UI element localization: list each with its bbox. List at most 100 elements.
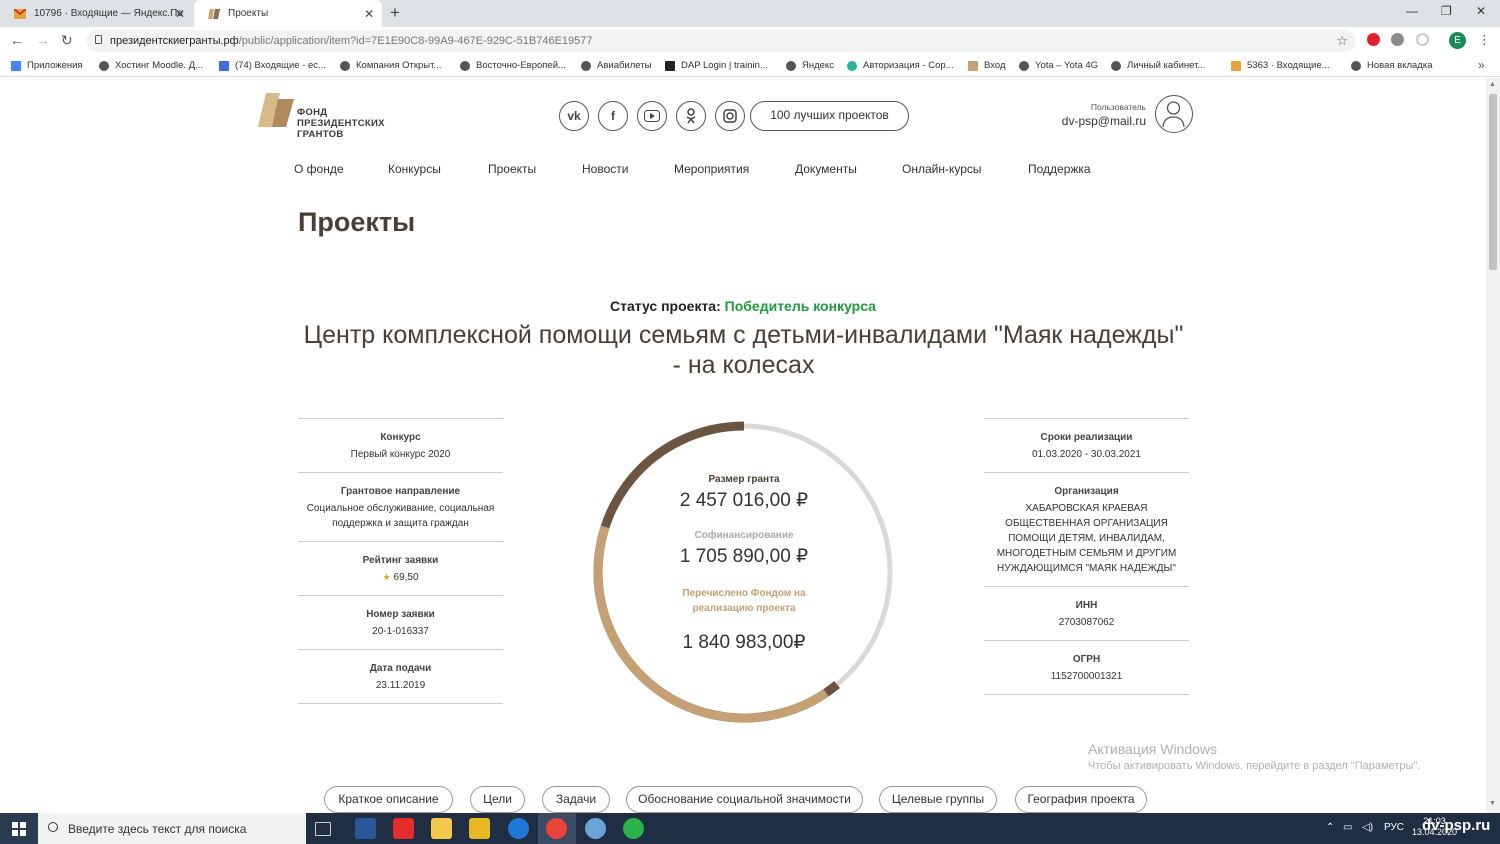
globe-icon — [1019, 60, 1029, 71]
extension-icon[interactable] — [1416, 33, 1429, 46]
instagram-icon[interactable] — [715, 101, 745, 131]
user-email[interactable]: dv-psp@mail.ru — [1062, 114, 1146, 128]
yandex-browser-icon[interactable] — [393, 818, 414, 839]
reload-icon[interactable]: ↻ — [61, 32, 73, 49]
page-scrollbar[interactable]: ▲ ▼ — [1486, 78, 1500, 813]
start-button[interactable] — [0, 813, 38, 844]
task-view-icon[interactable] — [315, 822, 331, 836]
chrome-icon[interactable] — [546, 818, 567, 839]
more-bookmarks-icon[interactable]: » — [1478, 58, 1485, 72]
info-ogrn: ОГРН 1152700001321 — [984, 640, 1189, 695]
scroll-thumb[interactable] — [1489, 94, 1497, 270]
globe-icon — [786, 60, 796, 71]
nav-support[interactable]: Поддержка — [1028, 162, 1091, 176]
new-tab-icon[interactable]: + — [390, 3, 400, 23]
scroll-down-icon[interactable]: ▼ — [1489, 800, 1496, 807]
whatsapp-icon[interactable] — [623, 818, 644, 839]
mail-icon — [14, 8, 26, 19]
fpg-logo-icon — [208, 8, 220, 19]
bookmark-item[interactable]: Авторизация - Cop... — [847, 60, 954, 71]
address-toolbar: ← → ↻ президентскиегранты.рф/public/appl… — [0, 27, 1500, 55]
nav-projects[interactable]: Проекты — [488, 162, 536, 176]
url-bar[interactable]: президентскиегранты.рф/public/applicatio… — [86, 30, 1356, 52]
info-submission-date: Дата подачи 23.11.2019 — [298, 649, 503, 704]
bookmark-item[interactable]: DAP Login | trainin... — [665, 60, 768, 71]
bookmark-star-icon[interactable]: ☆ — [1336, 33, 1348, 49]
word-icon[interactable] — [355, 818, 376, 839]
tray-chevron-icon[interactable]: ⌃ — [1326, 822, 1334, 833]
bookmark-apps[interactable]: Приложения — [11, 60, 83, 71]
globe-icon — [1111, 60, 1121, 71]
file-explorer-icon[interactable] — [431, 818, 452, 839]
grant-label: Размер гранта — [708, 474, 780, 485]
bookmark-item[interactable]: Новая вкладка — [1351, 60, 1432, 71]
bookmark-item[interactable]: Восточно-Европей... — [460, 60, 566, 71]
search-icon — [48, 822, 58, 832]
input-language[interactable]: РУС — [1384, 822, 1404, 833]
taskbar-search[interactable]: Введите здесь текст для поиска — [38, 813, 306, 844]
nav-contests[interactable]: Конкурсы — [388, 162, 441, 176]
network-icon[interactable]: ▭ — [1343, 822, 1352, 833]
user-avatar-icon[interactable] — [1155, 95, 1193, 133]
bookmark-item[interactable]: Вход — [968, 60, 1006, 71]
bookmark-item[interactable]: Хостинг Moodle. Д... — [99, 60, 203, 71]
bookmark-item[interactable]: Компания Открыт... — [340, 60, 441, 71]
site-watermark: dv-psp.ru — [1422, 817, 1491, 834]
nav-online-courses[interactable]: Онлайн-курсы — [902, 162, 982, 176]
nav-documents[interactable]: Документы — [795, 162, 857, 176]
volume-icon[interactable]: ◁) — [1362, 822, 1373, 833]
youtube-icon[interactable] — [637, 101, 667, 131]
browser-tab-mail[interactable]: 10796 · Входящие — Яндекс.По ✕ — [0, 0, 193, 27]
tab-tasks[interactable]: Задачи — [542, 786, 610, 813]
opera-extension-icon[interactable] — [1367, 33, 1380, 46]
scroll-up-icon[interactable]: ▲ — [1489, 81, 1496, 88]
nav-about[interactable]: О фонде — [294, 162, 344, 176]
odnoklassniki-icon[interactable] — [676, 101, 706, 131]
info-inn: ИНН 2703087062 — [984, 586, 1189, 640]
back-icon[interactable]: ← — [10, 32, 24, 48]
fpg-logo-icon — [258, 93, 294, 127]
extension-icon[interactable] — [1391, 33, 1404, 46]
bookmark-item[interactable]: Авиабилеты — [581, 60, 651, 71]
sticky-app-icon[interactable] — [469, 818, 490, 839]
project-status: Статус проекта: Победитель конкурса — [0, 298, 1486, 314]
restore-icon[interactable]: ❐ — [1441, 4, 1452, 18]
bookmark-item[interactable]: (74) Входящие - ес... — [219, 60, 326, 71]
tab-target-groups[interactable]: Целевые группы — [879, 786, 997, 813]
url-host: президентскиегранты.рф — [110, 35, 239, 47]
vk-icon[interactable]: vk — [559, 101, 589, 131]
bookmark-item[interactable]: Yota – Yota 4G — [1019, 60, 1098, 71]
bookmark-item[interactable]: 5363 · Входящие... — [1231, 60, 1330, 71]
browser-menu-icon[interactable]: ⋮ — [1478, 32, 1491, 48]
close-tab-icon[interactable]: ✕ — [364, 7, 374, 21]
tab-geography[interactable]: География проекта — [1015, 786, 1147, 813]
close-tab-icon[interactable]: ✕ — [175, 7, 185, 21]
tab-goals[interactable]: Цели — [470, 786, 525, 813]
info-direction: Грантовое направление Социальное обслужи… — [298, 472, 503, 541]
windows-activation-text: Чтобы активировать Windows, перейдите в … — [1088, 760, 1421, 772]
fpg-logo[interactable]: ФОНД ПРЕЗИДЕНТСКИХ ГРАНТОВ — [258, 93, 398, 143]
tab-social-significance[interactable]: Обоснование социальной значимости — [626, 786, 863, 813]
grant-value: 2 457 016,00 ₽ — [679, 490, 809, 511]
nav-events[interactable]: Мероприятия — [674, 162, 749, 176]
windows-activation-title: Активация Windows — [1088, 741, 1218, 757]
browser-tab-projects[interactable]: Проекты ✕ — [194, 0, 382, 27]
minimize-icon[interactable]: — — [1406, 4, 1418, 18]
page-title: Проекты — [298, 207, 416, 237]
edge-icon[interactable] — [508, 818, 529, 839]
best-projects-button[interactable]: 100 лучших проектов — [750, 101, 909, 131]
taskbar-search-placeholder: Введите здесь текст для поиска — [68, 821, 247, 836]
nav-news[interactable]: Новости — [582, 162, 628, 176]
app-icon[interactable] — [585, 818, 606, 839]
bookmark-item[interactable]: Личный кабинет... — [1111, 60, 1205, 71]
facebook-icon[interactable]: f — [598, 101, 628, 131]
diamond-icon — [847, 60, 857, 71]
tab-short-description[interactable]: Краткое описание — [324, 786, 453, 813]
bookmark-item[interactable]: Яндекс — [786, 60, 834, 71]
close-window-icon[interactable]: ✕ — [1476, 4, 1486, 18]
globe-icon — [581, 60, 591, 71]
forward-icon[interactable]: → — [36, 32, 50, 48]
profile-avatar[interactable]: E — [1449, 32, 1466, 49]
globe-icon — [340, 60, 350, 71]
star-icon: ★ — [382, 572, 391, 582]
